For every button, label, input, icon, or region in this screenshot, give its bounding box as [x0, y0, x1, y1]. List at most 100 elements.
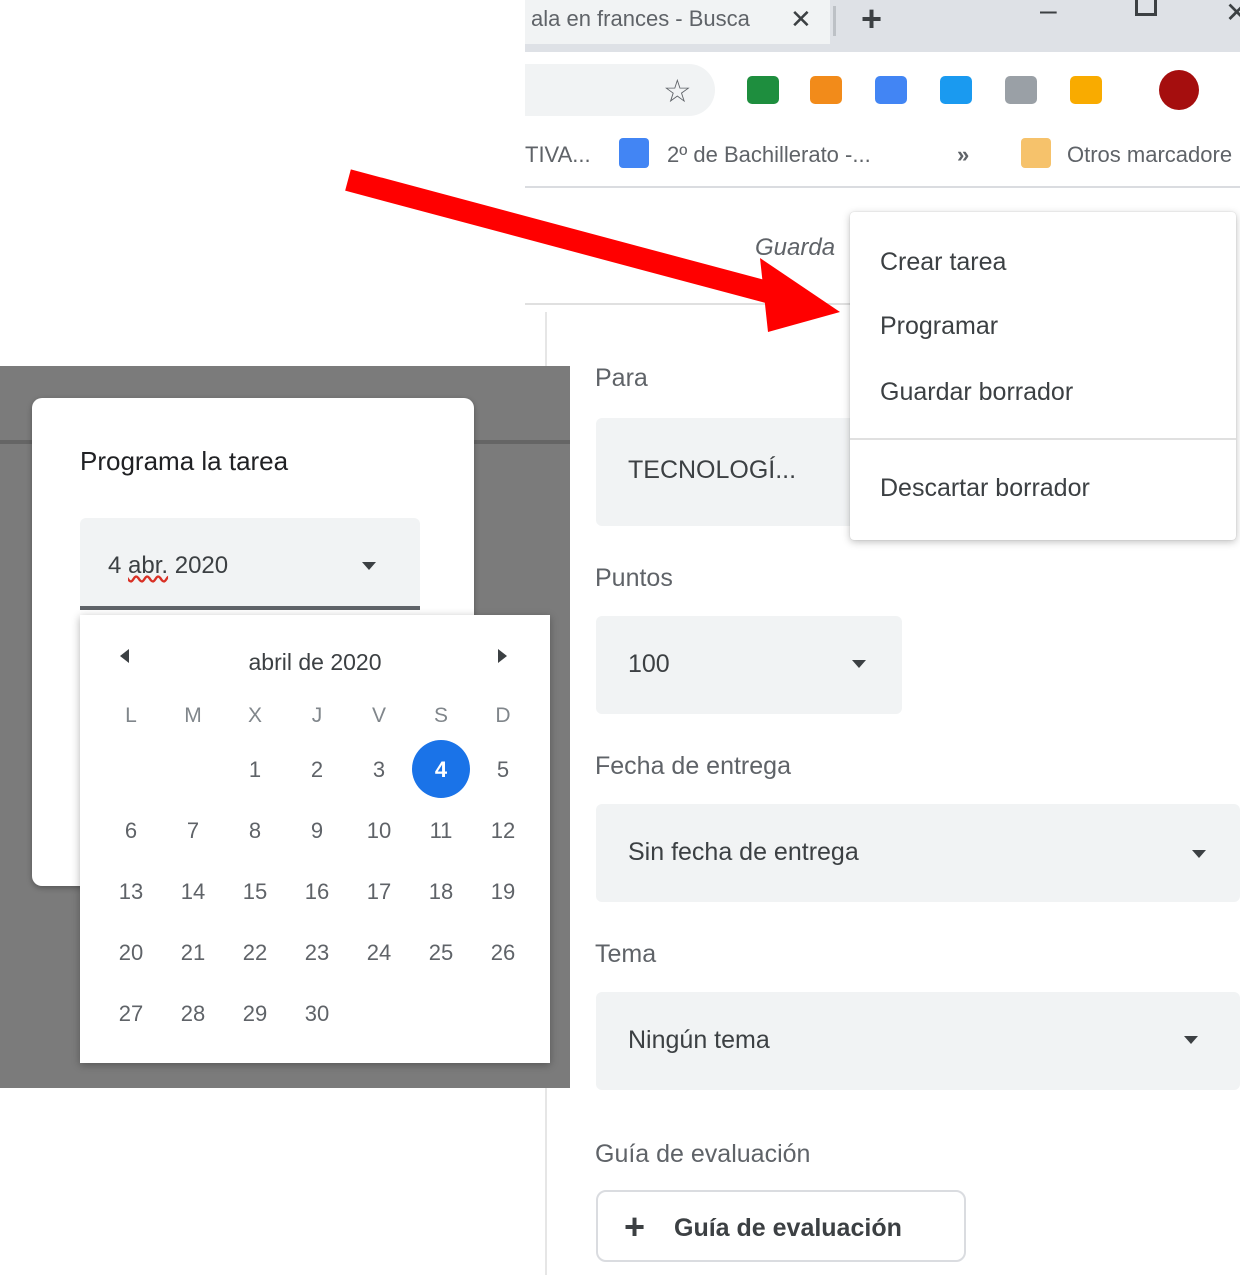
window-close-icon[interactable]: ✕ — [1225, 0, 1240, 29]
calendar-day[interactable]: 30 — [286, 1001, 348, 1027]
tab-separator — [833, 6, 836, 36]
calendar-day[interactable]: 28 — [162, 1001, 224, 1027]
assign-options-menu: Crear tarea Programar Guardar borrador D… — [850, 212, 1236, 540]
new-tab-icon[interactable]: + — [861, 0, 882, 40]
calendar-day[interactable]: 2 — [286, 757, 348, 783]
weekday-label: S — [433, 704, 448, 727]
calendar-day[interactable]: 23 — [286, 940, 348, 966]
weekday-label: J — [311, 704, 323, 727]
calendar-day[interactable]: 29 — [224, 1001, 286, 1027]
calendar-day[interactable]: 8 — [224, 818, 286, 844]
dialog-title: Programa la tarea — [80, 446, 289, 476]
calendar-day-number: 23 — [304, 939, 330, 965]
calendar-grid: L M X J V S D 1 2 3 4 5 6 7 8 9 10 11 12 13 14 15 16 17 18 19 20 21… — [100, 693, 534, 1044]
puntos-select[interactable]: 100 — [596, 616, 902, 714]
calendar-day[interactable]: 14 — [162, 879, 224, 905]
calendar-day[interactable]: 11 — [410, 818, 472, 844]
calendar-day-number: 22 — [242, 939, 268, 965]
diamond-extension-icon[interactable] — [940, 76, 972, 104]
calendar-day-number: 13 — [118, 878, 144, 904]
bookmarks-overflow-icon[interactable]: » — [957, 142, 969, 168]
calendar-day-number: 18 — [428, 878, 454, 904]
calendar-day[interactable]: 24 — [348, 940, 410, 966]
meet-extension-icon[interactable] — [747, 76, 779, 104]
tab-close-icon[interactable]: ✕ — [790, 4, 812, 35]
menu-item-crear-tarea[interactable]: Crear tarea — [880, 248, 1006, 277]
tema-value: Ningún tema — [628, 1026, 770, 1054]
guia-label: Guía de evaluación — [595, 1140, 811, 1168]
calendar-day-number: 12 — [490, 817, 516, 843]
para-select[interactable]: TECNOLOGÍ... — [596, 418, 856, 526]
chevron-down-icon — [852, 660, 866, 668]
calendar-day-number: 3 — [372, 756, 386, 782]
menu-item-guardar-borrador[interactable]: Guardar borrador — [880, 378, 1073, 407]
date-month: abr. — [128, 552, 169, 579]
bookmark-star-icon[interactable]: ☆ — [663, 72, 692, 110]
puntos-value: 100 — [628, 650, 670, 678]
add-rubric-button[interactable]: + Guía de evaluación — [596, 1190, 966, 1262]
profile-avatar-icon[interactable] — [1159, 70, 1199, 110]
calendar-day-number: 28 — [180, 1000, 206, 1026]
menu-item-programar[interactable]: Programar — [880, 312, 998, 341]
weekday-header-row: LMXJVSD — [100, 693, 534, 739]
calendar-day-number: 25 — [428, 939, 454, 965]
calendar-day-number: 6 — [124, 817, 138, 843]
calendar-day[interactable]: 6 — [100, 818, 162, 844]
restore-icon[interactable] — [1135, 0, 1157, 16]
plus-icon: + — [624, 1206, 646, 1247]
chevron-down-icon — [1184, 1036, 1198, 1044]
calendar-day[interactable]: 27 — [100, 1001, 162, 1027]
calendar-day[interactable]: 16 — [286, 879, 348, 905]
calendar-day[interactable]: 25 — [410, 940, 472, 966]
calendar-day-number: 14 — [180, 878, 206, 904]
calendar-week-row: 20 21 22 23 24 25 26 — [100, 922, 534, 983]
grid-extension-icon[interactable] — [1005, 76, 1037, 104]
calendar-week-row: 13 14 15 16 17 18 19 — [100, 861, 534, 922]
browser-tabstrip: ala en frances - Busca ✕ + – ✕ — [525, 0, 1240, 52]
address-bar[interactable]: ☆ — [525, 64, 715, 116]
date-picker-field[interactable]: 4 abr. 2020 — [80, 518, 420, 610]
calendar-day-number: 29 — [242, 1000, 268, 1026]
calendar-day[interactable]: 21 — [162, 940, 224, 966]
chevron-down-icon — [362, 562, 376, 570]
calendar-day[interactable]: 12 — [472, 818, 534, 844]
calendar-day[interactable]: 22 — [224, 940, 286, 966]
briefcase-extension-icon[interactable] — [810, 76, 842, 104]
para-label: Para — [595, 364, 648, 392]
calendar-day[interactable]: 1 — [224, 757, 286, 783]
calendar-day[interactable]: 5 — [472, 757, 534, 783]
menu-item-descartar-borrador[interactable]: Descartar borrador — [880, 474, 1090, 503]
calendar-day-number: 10 — [366, 817, 392, 843]
tema-select[interactable]: Ningún tema — [596, 992, 1240, 1090]
calendar-day-number: 8 — [248, 817, 262, 843]
calendar-day[interactable]: 20 — [100, 940, 162, 966]
calendar-day[interactable]: 7 — [162, 818, 224, 844]
hand-extension-icon[interactable] — [1070, 76, 1102, 104]
calendar-day-number: 16 — [304, 878, 330, 904]
fecha-select[interactable]: Sin fecha de entrega — [596, 804, 1240, 902]
puntos-label: Puntos — [595, 564, 673, 592]
arrow-head — [760, 258, 840, 332]
browser-toolbar: ☆ — [525, 52, 1240, 126]
weekday-label: D — [495, 704, 511, 727]
calendar-day-number: 7 — [186, 817, 200, 843]
calendar-day[interactable]: 18 — [410, 879, 472, 905]
calendar-week-row: 6 7 8 9 10 11 12 — [100, 800, 534, 861]
calendar-day[interactable]: 17 — [348, 879, 410, 905]
calendar-day[interactable]: 9 — [286, 818, 348, 844]
bookmark-item[interactable]: Otros marcadore — [1067, 142, 1232, 168]
calendar-day[interactable]: 15 — [224, 879, 286, 905]
calendar-day[interactable]: 3 — [348, 757, 410, 783]
browser-tab[interactable]: ala en frances - Busca ✕ — [525, 0, 830, 44]
pen-extension-icon[interactable] — [875, 76, 907, 104]
calendar-day[interactable]: 19 — [472, 879, 534, 905]
next-month-icon[interactable] — [498, 649, 507, 663]
calendar-day[interactable]: 26 — [472, 940, 534, 966]
para-value: TECNOLOGÍ... — [628, 456, 797, 484]
minimize-icon[interactable]: – — [1040, 0, 1057, 28]
calendar-day-number: 30 — [304, 1000, 330, 1026]
calendar-day-selected[interactable]: 4 — [410, 739, 472, 798]
calendar-day[interactable]: 13 — [100, 879, 162, 905]
calendar-day[interactable]: 10 — [348, 818, 410, 844]
date-value: 4 abr. 2020 — [108, 552, 228, 580]
